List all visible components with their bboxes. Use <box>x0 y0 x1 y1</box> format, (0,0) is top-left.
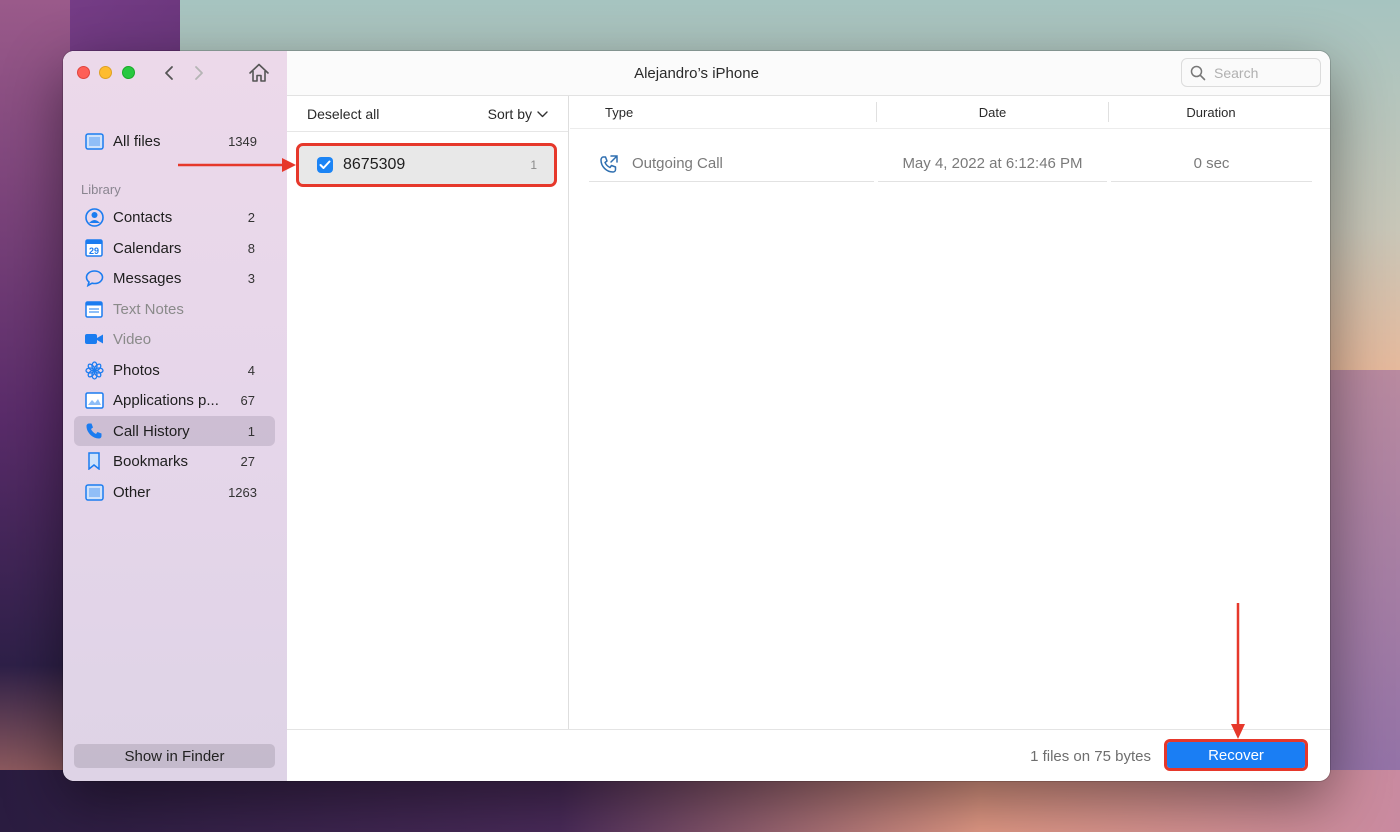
search-field[interactable] <box>1181 58 1321 87</box>
search-input[interactable] <box>1214 64 1314 81</box>
recover-button[interactable]: Recover <box>1164 739 1308 771</box>
home-icon <box>249 63 269 82</box>
sidebar-item-messages[interactable]: Messages 3 <box>74 263 275 293</box>
sidebar-item-contacts[interactable]: Contacts 2 <box>74 202 275 232</box>
table-row-duration-cell[interactable]: 0 sec <box>1111 146 1312 182</box>
sidebar-item-label: Photos <box>113 361 160 379</box>
sidebar-item-photos[interactable]: Photos 4 <box>74 355 275 385</box>
all-files-icon <box>84 131 104 151</box>
sidebar-item-applications[interactable]: Applications p... 67 <box>74 385 275 415</box>
list-item-count: 1 <box>530 158 537 172</box>
wallpaper-band <box>1320 370 1400 832</box>
sidebar-item-count: 1349 <box>228 133 257 149</box>
sidebar-item-label: Other <box>113 483 151 501</box>
library-section-label: Library <box>81 182 121 197</box>
sidebar-item-label: Messages <box>113 269 182 287</box>
sidebar-item-count: 3 <box>247 270 255 286</box>
phone-icon <box>84 421 104 441</box>
sidebar-item-count: 2 <box>247 209 255 225</box>
sort-by-dropdown[interactable]: Sort by <box>488 106 548 122</box>
search-icon <box>1190 65 1206 80</box>
sidebar-item-label: Text Notes <box>113 300 184 318</box>
table-row-type-cell[interactable]: Outgoing Call <box>589 146 874 182</box>
close-window-button[interactable] <box>77 66 90 79</box>
column-header-type[interactable]: Type <box>605 96 633 128</box>
show-in-finder-button[interactable]: Show in Finder <box>74 744 275 768</box>
sidebar-item-label: Video <box>113 330 152 348</box>
column-header-date[interactable]: Date <box>877 96 1108 128</box>
contacts-icon <box>84 207 104 227</box>
maximize-window-button[interactable] <box>122 66 135 79</box>
sidebar-item-call-history[interactable]: Call History 1 <box>74 416 275 446</box>
sidebar-item-count: 1 <box>247 423 255 439</box>
outgoing-call-icon <box>600 154 618 173</box>
forward-button[interactable] <box>188 62 210 84</box>
sidebar-item-label: Contacts <box>113 208 173 226</box>
chevron-left-icon <box>165 66 173 80</box>
footer-bar: 1 files on 75 bytes Recover <box>287 729 1330 781</box>
call-type: Outgoing Call <box>632 155 723 172</box>
home-button[interactable] <box>247 61 271 85</box>
calendar-day: 29 <box>89 246 99 256</box>
sidebar-item-label: Call History <box>113 422 190 440</box>
sidebar-item-label: Applications p... <box>113 391 219 409</box>
other-icon <box>84 482 104 502</box>
sidebar-item-label: All files <box>113 132 161 150</box>
chevron-down-icon <box>537 110 548 117</box>
list-header: Deselect all Sort by <box>287 96 568 132</box>
table-row-date-cell[interactable]: May 4, 2022 at 6:12:46 PM <box>878 146 1107 182</box>
sidebar-item-bookmarks[interactable]: Bookmarks 27 <box>74 446 275 476</box>
item-checkbox[interactable] <box>317 157 333 173</box>
applications-icon <box>84 390 104 410</box>
item-list-panel: Deselect all Sort by 8675309 1 <box>287 96 569 729</box>
photos-icon <box>84 360 104 380</box>
deselect-all-button[interactable]: Deselect all <box>307 106 379 122</box>
calendar-icon: 29 <box>84 238 104 258</box>
chevron-right-icon <box>195 66 203 80</box>
back-button[interactable] <box>158 62 180 84</box>
sidebar-item-label: Calendars <box>113 239 182 257</box>
sidebar-item-calendars[interactable]: 29 Calendars 8 <box>74 233 275 263</box>
sidebar-item-label: Bookmarks <box>113 452 189 470</box>
messages-icon <box>84 268 104 288</box>
list-item-label: 8675309 <box>343 156 406 173</box>
sidebar-item-count: 27 <box>240 453 255 469</box>
sidebar-item-video[interactable]: Video <box>74 324 275 354</box>
sidebar-item-count: 67 <box>240 392 255 408</box>
wallpaper-left <box>0 0 70 832</box>
sidebar-item-text-notes[interactable]: Text Notes <box>74 294 275 324</box>
sort-by-label: Sort by <box>487 106 532 122</box>
bookmark-icon <box>84 451 104 471</box>
app-window: All files 1349 Library Contacts 2 29 Cal… <box>63 51 1330 781</box>
selection-summary: 1 files on 75 bytes <box>1030 748 1151 765</box>
list-item[interactable]: 8675309 1 <box>296 143 557 187</box>
column-header-duration[interactable]: Duration <box>1109 96 1313 128</box>
sidebar-item-all-files[interactable]: All files 1349 <box>74 126 275 156</box>
notes-icon <box>84 299 104 319</box>
sidebar-item-count: 8 <box>247 240 255 256</box>
checkmark-icon <box>319 160 331 169</box>
sidebar-item-other[interactable]: Other 1263 <box>74 477 275 507</box>
header-divider <box>570 128 1330 129</box>
sidebar: All files 1349 Library Contacts 2 29 Cal… <box>63 51 287 781</box>
minimize-window-button[interactable] <box>99 66 112 79</box>
details-table: Type Date Duration Outgoing Call May 4, … <box>570 96 1330 729</box>
sidebar-item-count: 1263 <box>228 484 257 500</box>
sidebar-item-count: 4 <box>247 362 255 378</box>
video-icon <box>84 329 104 349</box>
